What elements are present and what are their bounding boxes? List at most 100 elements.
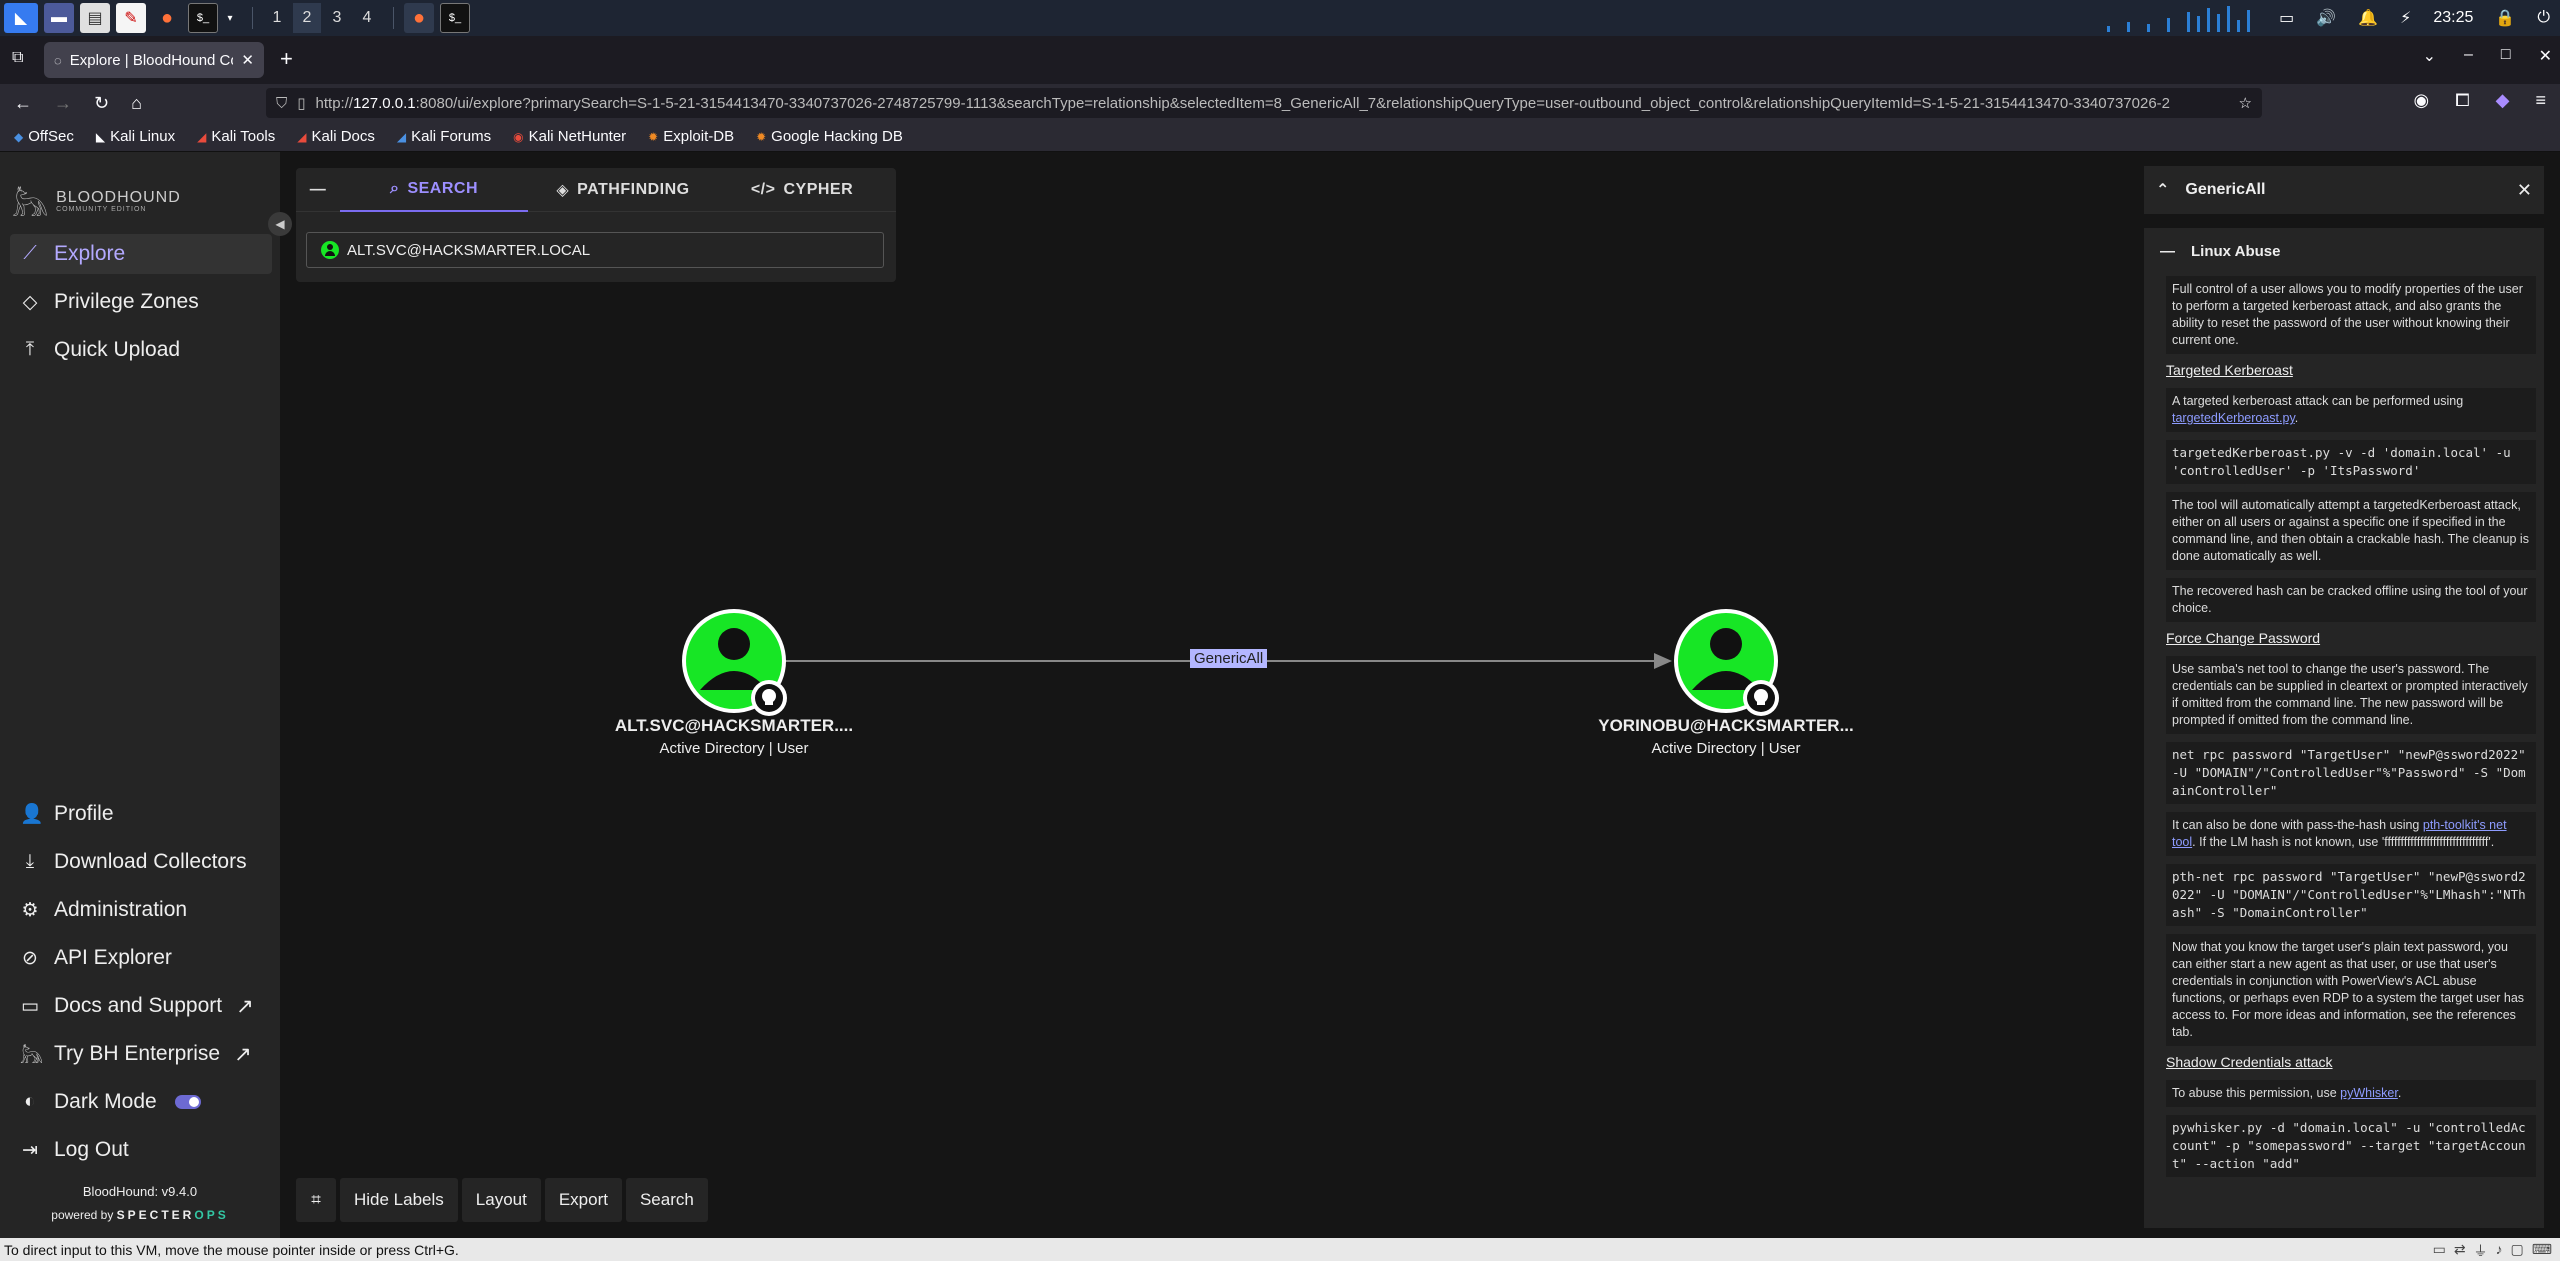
extensions-icon[interactable]: ⧠: [2455, 90, 2469, 111]
sidebar-item-quick-upload[interactable]: ⤒ Quick Upload: [10, 330, 272, 370]
new-tab-icon[interactable]: +: [280, 46, 293, 72]
power-manager-icon[interactable]: ⚡: [2400, 8, 2411, 28]
edge-label[interactable]: GenericAll: [1190, 649, 1268, 668]
collapse-section-icon[interactable]: —: [2160, 243, 2175, 260]
workspace-4[interactable]: 4: [353, 3, 381, 33]
workspace-2[interactable]: 2: [293, 3, 321, 33]
sidebar-item-log-out[interactable]: ⇥ Log Out: [10, 1130, 272, 1170]
version-text: BloodHound: v9.4.0: [82, 1184, 198, 1199]
kerberoast-code: targetedKerberoast.py -v -d 'domain.loca…: [2166, 440, 2536, 484]
shield-icon[interactable]: ⛉: [276, 95, 287, 112]
kali-menu-icon[interactable]: ◣: [4, 3, 38, 33]
sidebar-item-explore[interactable]: ⟋ Explore: [10, 234, 272, 274]
chevron-down-icon[interactable]: ▾: [224, 3, 236, 33]
linux-abuse-section-header[interactable]: — Linux Abuse: [2144, 228, 2544, 274]
display-icon[interactable]: ▭: [2279, 8, 2294, 28]
bookmark-google-hacking-db[interactable]: ✹ Google Hacking DB: [756, 128, 903, 145]
section-title: Linux Abuse: [2191, 242, 2281, 260]
reload-icon[interactable]: ↻: [94, 93, 109, 114]
workspace-1[interactable]: 1: [263, 3, 291, 33]
shadow-code: pywhisker.py -d "domain.local" -u "contr…: [2166, 1115, 2536, 1177]
sidebar-item-profile[interactable]: 👤 Profile: [10, 794, 272, 834]
sidebar-item-docs-support[interactable]: ▭ Docs and Support ↗: [10, 986, 272, 1026]
pth-text: It can also be done with pass-the-hash u…: [2166, 812, 2536, 856]
sidebar-item-administration[interactable]: ⚙ Administration: [10, 890, 272, 930]
graph-canvas[interactable]: GenericAll ALT.SVC@HACKSMARTER.... Activ…: [280, 152, 2136, 1238]
bookmark-kali-tools[interactable]: ◢ Kali Tools: [197, 128, 275, 145]
notification-bell-icon[interactable]: 🔔: [2358, 8, 2378, 28]
source-node[interactable]: [682, 609, 787, 716]
workspace-3[interactable]: 3: [323, 3, 351, 33]
heading-force-change-password: Force Change Password: [2166, 630, 2321, 646]
home-icon[interactable]: ⌂: [131, 93, 142, 114]
account-icon[interactable]: ◉: [2414, 90, 2430, 111]
heading-shadow-credentials: Shadow Credentials attack: [2166, 1054, 2333, 1070]
power-icon[interactable]: ⏻: [2537, 9, 2550, 27]
search-panel-tabs: — ⌕ SEARCH ◈ PATHFINDING </> CYPHER: [296, 168, 896, 212]
extension-icon[interactable]: ◆: [2496, 90, 2510, 111]
terminal-launcher-icon[interactable]: $_: [188, 3, 218, 33]
hide-labels-button[interactable]: Hide Labels: [340, 1178, 458, 1222]
menu-icon[interactable]: ≡: [2535, 90, 2546, 111]
url-bar[interactable]: ⛉ ▯ http://127.0.0.1:8080/ui/explore?pri…: [266, 88, 2262, 118]
hdd-icon[interactable]: ▭: [2433, 1241, 2446, 1261]
back-icon[interactable]: ←: [14, 93, 32, 114]
close-window-icon[interactable]: ✕: [2539, 46, 2552, 66]
tab-cypher[interactable]: </> CYPHER: [718, 168, 886, 212]
bookmark-kali-linux[interactable]: ◣ Kali Linux: [96, 128, 175, 145]
bookmark-offsec[interactable]: ◆ OffSec: [14, 128, 74, 145]
targeted-kerberoast-link[interactable]: targetedKerberoast.py: [2172, 411, 2295, 425]
bookmark-star-icon[interactable]: ☆: [2239, 94, 2252, 112]
list-tabs-icon[interactable]: ⌄: [2423, 46, 2436, 66]
external-link-icon: ↗: [234, 1042, 252, 1066]
close-icon[interactable]: ✕: [2517, 180, 2532, 201]
target-node[interactable]: [1674, 609, 1779, 716]
file-manager-icon[interactable]: ▤: [80, 3, 110, 33]
browser-tab[interactable]: ◌ Explore | BloodHound Co ✕: [44, 42, 264, 78]
sidebar-item-privilege-zones[interactable]: ◇ Privilege Zones: [10, 282, 272, 322]
audio-icon[interactable]: ♪: [2496, 1241, 2503, 1261]
volume-icon[interactable]: 🔊: [2316, 8, 2336, 28]
network-icon[interactable]: ⇄: [2454, 1241, 2466, 1261]
keyboard-icon[interactable]: ⌨: [2532, 1241, 2552, 1261]
chevron-up-icon[interactable]: ⌃: [2156, 180, 2169, 200]
display-icon[interactable]: ▢: [2511, 1241, 2524, 1261]
node-search-input[interactable]: ALT.SVC@HACKSMARTER.LOCAL: [306, 232, 884, 268]
bookmark-kali-nethunter[interactable]: ◉ Kali NetHunter: [513, 128, 626, 145]
logo-subtitle: COMMUNITY EDITION: [56, 205, 147, 213]
tab-pathfinding[interactable]: ◈ PATHFINDING: [528, 168, 718, 212]
bookmark-exploit-db[interactable]: ✹ Exploit-DB: [648, 128, 734, 145]
desktop-icon[interactable]: ▬: [44, 3, 74, 33]
target-node-label: YORINOBU@HACKSMARTER... Active Directory…: [1576, 716, 1876, 757]
bookmark-kali-docs[interactable]: ◢ Kali Docs: [297, 128, 375, 145]
firefox-window-icon[interactable]: ●: [404, 3, 434, 33]
bookmark-kali-forums[interactable]: ◢ Kali Forums: [397, 128, 491, 145]
close-tab-icon[interactable]: ✕: [241, 51, 254, 69]
sidebar-item-try-bh-enterprise[interactable]: 𓃦 Try BH Enterprise ↗: [10, 1034, 272, 1074]
firefox-launcher-icon[interactable]: ●: [152, 3, 182, 33]
sidebar: 𓃦 BLOODHOUND COMMUNITY EDITION ◀ ⟋ Explor…: [0, 152, 292, 1238]
terminal-window-icon[interactable]: $_: [440, 3, 470, 33]
crop-button[interactable]: ⌗: [296, 1178, 336, 1222]
sidebar-item-api-explorer[interactable]: ⊘ API Explorer: [10, 938, 272, 978]
pywhisker-link[interactable]: pyWhisker: [2340, 1086, 2398, 1100]
sidebar-item-download-collectors[interactable]: ⤓ Download Collectors: [10, 842, 272, 882]
lock-icon[interactable]: 🔒: [2495, 8, 2515, 28]
text-editor-icon[interactable]: ✎: [116, 3, 146, 33]
search-button[interactable]: Search: [625, 1178, 708, 1222]
force-change-text-2: Now that you know the target user's plai…: [2166, 934, 2536, 1046]
tab-overview-icon[interactable]: ⧉: [12, 49, 23, 67]
dark-mode-toggle[interactable]: [174, 1095, 201, 1109]
maximize-icon[interactable]: □: [2501, 46, 2511, 66]
collapse-panel-button[interactable]: —: [296, 168, 340, 212]
usb-icon[interactable]: ⏚: [2474, 1241, 2488, 1261]
minimize-icon[interactable]: –: [2464, 46, 2473, 66]
sidebar-item-dark-mode[interactable]: ◐ Dark Mode: [10, 1082, 272, 1122]
layout-button[interactable]: Layout: [461, 1178, 541, 1222]
clock[interactable]: 23:25: [2433, 9, 2473, 27]
tab-search[interactable]: ⌕ SEARCH: [340, 168, 528, 212]
forward-icon[interactable]: →: [54, 93, 72, 114]
export-button[interactable]: Export: [544, 1178, 622, 1222]
edge-info-panel[interactable]: — Linux Abuse Full control of a user all…: [2144, 228, 2544, 1228]
heading-targeted-kerberoast: Targeted Kerberoast: [2166, 362, 2293, 378]
